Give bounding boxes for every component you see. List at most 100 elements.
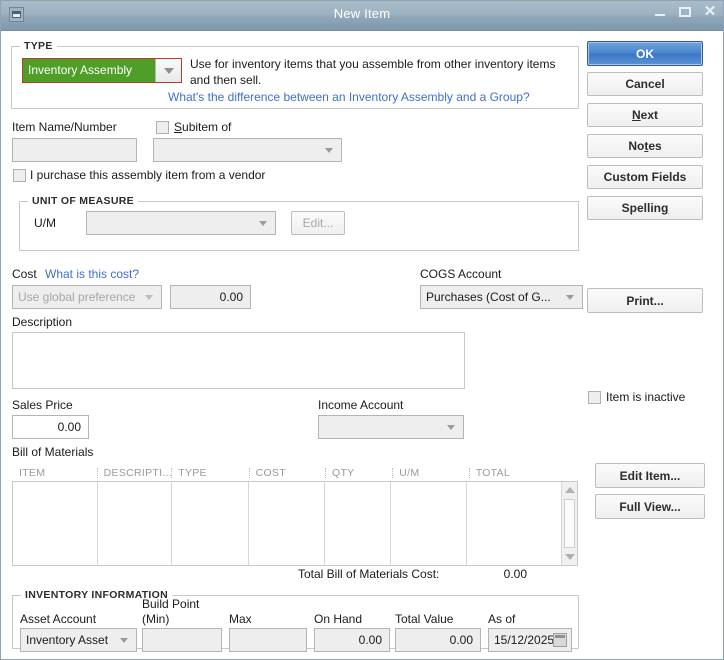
asset-account-dropdown[interactable]: Inventory Asset: [20, 628, 137, 652]
income-account-label: Income Account: [318, 398, 403, 412]
chevron-down-icon[interactable]: [254, 212, 271, 234]
bom-scrollbar[interactable]: [561, 482, 577, 565]
bom-col-qty: QTY: [325, 467, 392, 479]
item-is-inactive-label: Item is inactive: [606, 390, 685, 404]
sales-price-input[interactable]: 0.00: [12, 415, 89, 439]
assembly-group-help-link[interactable]: What's the difference between an Invento…: [168, 90, 530, 104]
uom-label: U/M: [34, 216, 56, 230]
calendar-icon[interactable]: [553, 633, 567, 647]
bom-col-item: ITEM: [12, 467, 97, 479]
unit-of-measure-legend: UNIT OF MEASURE: [28, 195, 138, 207]
bom-cell-cost[interactable]: [249, 482, 325, 565]
edit-item-button[interactable]: Edit Item...: [595, 463, 705, 488]
window-title: New Item: [1, 6, 723, 21]
bom-cell-type[interactable]: [172, 482, 249, 565]
bom-cell-description[interactable]: [98, 482, 172, 565]
description-textarea[interactable]: [12, 332, 465, 389]
spelling-button[interactable]: Spelling: [587, 196, 703, 220]
window-controls: ✕: [653, 5, 717, 19]
cogs-account-value: Purchases (Cost of G...: [426, 290, 551, 304]
subitem-dropdown[interactable]: [153, 138, 342, 162]
description-label: Description: [12, 315, 72, 329]
item-name-input[interactable]: [12, 138, 137, 162]
close-icon[interactable]: ✕: [703, 5, 717, 19]
custom-fields-button[interactable]: Custom Fields: [587, 165, 703, 189]
purchase-from-vendor-checkbox[interactable]: [13, 169, 26, 182]
bom-col-cost: COST: [249, 467, 325, 479]
chevron-down-icon[interactable]: [140, 286, 157, 308]
bom-cell-qty[interactable]: [325, 482, 391, 565]
build-point-label-line2: (Min): [142, 612, 169, 626]
bom-total-value: 0.00: [467, 567, 527, 581]
type-description-line1: Use for inventory items that you assembl…: [190, 57, 570, 71]
purchase-from-vendor-label: I purchase this assembly item from a ven…: [30, 168, 265, 182]
next-mnemonic: N: [632, 108, 641, 122]
title-bar: New Item ✕: [1, 1, 723, 31]
bill-of-materials-label: Bill of Materials: [12, 445, 93, 459]
next-label-rest: ext: [641, 108, 658, 122]
type-legend: TYPE: [20, 40, 57, 52]
cost-label: Cost: [12, 267, 37, 281]
spelling-label-a: Spellin: [622, 201, 661, 215]
uom-edit-button[interactable]: Edit...: [291, 211, 345, 235]
chevron-down-icon[interactable]: [320, 139, 337, 161]
as-of-date-value: 15/12/2025: [494, 629, 549, 651]
cost-preference-dropdown[interactable]: Use global preference: [12, 285, 162, 309]
notes-label-b: es: [648, 139, 661, 153]
notes-label-a: No: [628, 139, 644, 153]
chevron-down-icon[interactable]: [561, 286, 578, 308]
type-description-line2: and then sell.: [190, 73, 261, 87]
chevron-down-icon[interactable]: [115, 629, 132, 651]
type-dropdown-value: Inventory Assembly: [23, 59, 155, 82]
item-is-inactive-checkbox[interactable]: [588, 391, 601, 404]
bom-col-total: TOTAL: [469, 467, 578, 479]
cogs-account-label: COGS Account: [420, 267, 501, 281]
max-input[interactable]: [229, 628, 307, 652]
spelling-mnemonic: g: [661, 201, 668, 215]
cogs-account-dropdown[interactable]: Purchases (Cost of G...: [420, 285, 583, 309]
bom-col-description: DESCRIPTI...: [97, 467, 172, 479]
cost-preference-value: Use global preference: [18, 290, 135, 304]
notes-button[interactable]: Notes: [587, 134, 703, 158]
build-point-label-line1: Build Point: [142, 597, 199, 611]
on-hand-input[interactable]: 0.00: [314, 628, 390, 652]
cost-amount-input[interactable]: 0.00: [170, 285, 251, 309]
asset-account-value: Inventory Asset: [26, 633, 108, 647]
scrollbar-thumb[interactable]: [564, 499, 575, 548]
next-button[interactable]: Next: [587, 103, 703, 127]
bom-grid[interactable]: [12, 481, 578, 566]
build-point-input[interactable]: [142, 628, 222, 652]
ok-button[interactable]: OK: [587, 41, 703, 66]
income-account-dropdown[interactable]: [318, 415, 464, 439]
on-hand-label: On Hand: [314, 612, 362, 626]
asset-account-label: Asset Account: [20, 612, 96, 626]
minimize-icon[interactable]: [653, 5, 667, 19]
bom-header-row: ITEM DESCRIPTI... TYPE COST QTY U/M TOTA…: [12, 465, 578, 481]
bom-col-uom: U/M: [392, 467, 468, 479]
print-button[interactable]: Print...: [587, 288, 703, 313]
as-of-date-input[interactable]: 15/12/2025: [488, 628, 572, 652]
type-dropdown[interactable]: Inventory Assembly: [22, 58, 182, 83]
as-of-label: As of: [488, 612, 515, 626]
bom-cell-item[interactable]: [13, 482, 98, 565]
bom-cell-uom[interactable]: [391, 482, 467, 565]
total-value-input[interactable]: 0.00: [395, 628, 481, 652]
item-name-label: Item Name/Number: [12, 120, 117, 134]
full-view-button[interactable]: Full View...: [595, 494, 705, 519]
scroll-down-icon[interactable]: [562, 550, 577, 564]
cancel-button[interactable]: Cancel: [587, 72, 703, 96]
uom-dropdown[interactable]: [86, 211, 276, 235]
maximize-icon[interactable]: [678, 5, 692, 19]
scroll-up-icon[interactable]: [562, 483, 577, 497]
total-value-label: Total Value: [395, 612, 453, 626]
what-is-this-cost-link[interactable]: What is this cost?: [45, 267, 139, 281]
subitem-label: Subitem of: [174, 120, 231, 134]
new-item-dialog: New Item ✕ TYPE Inventory Assembly Use f…: [0, 0, 724, 660]
sales-price-label: Sales Price: [12, 398, 73, 412]
chevron-down-icon[interactable]: [155, 59, 181, 82]
bom-total-label: Total Bill of Materials Cost:: [298, 567, 439, 581]
chevron-down-icon[interactable]: [442, 416, 459, 438]
bom-col-type: TYPE: [171, 467, 248, 479]
max-label: Max: [229, 612, 252, 626]
subitem-checkbox[interactable]: [156, 121, 169, 134]
